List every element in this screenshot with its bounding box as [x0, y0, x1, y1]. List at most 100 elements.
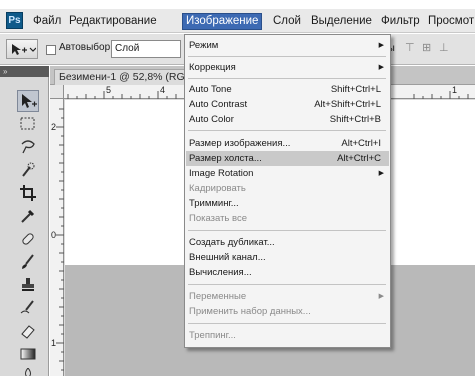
toolbox-collapse-handle[interactable]: » — [0, 66, 49, 77]
menu-item-variables[interactable]: Переменные ▶ — [186, 289, 389, 304]
align-top-icon[interactable]: ⊤ — [405, 42, 418, 55]
menu-item-label: Кадрировать — [189, 183, 246, 194]
menu-item-label: Внешний канал... — [189, 252, 266, 263]
crop-tool[interactable] — [17, 182, 39, 204]
gradient-tool[interactable] — [17, 343, 39, 365]
move-tool[interactable] — [17, 90, 39, 112]
menu-separator — [188, 56, 386, 57]
marquee-icon — [20, 117, 35, 130]
menu-layer[interactable]: Слой — [270, 13, 304, 30]
menu-item-crop[interactable]: Кадрировать — [186, 181, 389, 196]
menu-item-label: Размер изображения... — [189, 138, 291, 149]
menu-item-label: Показать все — [189, 213, 247, 224]
menu-item-label: Применить набор данных... — [189, 306, 311, 317]
menu-select[interactable]: Выделение — [308, 13, 375, 30]
submenu-arrow-icon: ▶ — [378, 293, 384, 300]
menu-item-trim[interactable]: Тримминг... — [186, 196, 389, 211]
clone-stamp-tool[interactable] — [17, 274, 39, 296]
vertical-ruler[interactable]: 2 0 1 — [50, 99, 64, 376]
menu-item-adjustments[interactable]: Коррекция ▶ — [186, 60, 389, 75]
menu-separator — [188, 130, 386, 131]
menu-item-reveal-all[interactable]: Показать все — [186, 211, 389, 226]
quick-selection-icon — [22, 162, 35, 177]
menu-item-label: Переменные — [189, 291, 247, 302]
menu-item-label: Коррекция — [189, 62, 236, 73]
ruler-number: 2 — [51, 122, 57, 132]
autoselect-checkbox[interactable] — [46, 45, 56, 55]
menu-item-auto-color[interactable]: Auto Color Shift+Ctrl+B — [186, 112, 389, 127]
menu-item-shortcut: Alt+Ctrl+C — [337, 153, 381, 164]
stamp-icon — [22, 278, 34, 291]
quick-selection-tool[interactable] — [17, 159, 39, 181]
align-vcenter-icon[interactable]: ⊞ — [422, 42, 435, 55]
menu-item-auto-contrast[interactable]: Auto Contrast Alt+Shift+Ctrl+L — [186, 97, 389, 112]
tool-preset-picker[interactable] — [6, 39, 38, 59]
submenu-arrow-icon: ▶ — [378, 170, 384, 177]
menu-item-canvas-size[interactable]: Размер холста... Alt+Ctrl+C — [186, 151, 389, 166]
brush-tool[interactable] — [17, 251, 39, 273]
submenu-arrow-icon: ▶ — [378, 42, 384, 49]
brush-icon — [22, 254, 34, 269]
document-tab[interactable]: Безимени-1 @ 52,8% (RGE — [54, 69, 199, 85]
healing-brush-tool[interactable] — [17, 228, 39, 250]
history-brush-tool[interactable] — [17, 297, 39, 319]
menu-item-shortcut: Alt+Shift+Ctrl+L — [314, 99, 381, 110]
menu-item-label: Создать дубликат... — [189, 237, 275, 248]
menu-item-image-rotation[interactable]: Image Rotation ▶ — [186, 166, 389, 181]
marquee-tool[interactable] — [17, 113, 39, 135]
menu-item-apply-data-set[interactable]: Применить набор данных... — [186, 304, 389, 319]
menu-item-calculations[interactable]: Вычисления... — [186, 265, 389, 280]
menu-item-label: Auto Contrast — [189, 99, 248, 110]
toolbox: » — [0, 66, 49, 376]
align-bottom-icon[interactable]: ⊥ — [439, 42, 452, 55]
menu-filter[interactable]: Фильтр — [378, 13, 423, 30]
autoselect-label: Автовыбор: — [59, 42, 113, 53]
menu-item-label: Вычисления... — [189, 267, 252, 278]
autoselect-target-select[interactable]: Слой — [111, 40, 181, 58]
menu-item-apply-image[interactable]: Внешний канал... — [186, 250, 389, 265]
eraser-tool[interactable] — [17, 320, 39, 342]
menu-view[interactable]: Просмот — [425, 13, 475, 30]
image-menu-dropdown: Режим ▶ Коррекция ▶ Auto Tone Shift+Ctrl… — [184, 34, 391, 348]
lasso-icon — [21, 140, 35, 154]
menu-item-shortcut: Shift+Ctrl+B — [329, 114, 381, 125]
menu-separator — [188, 323, 386, 324]
menu-item-trap[interactable]: Треппинг... — [186, 328, 389, 343]
eyedropper-tool[interactable] — [17, 205, 39, 227]
menu-separator — [188, 230, 386, 231]
ruler-number: 1 — [452, 85, 458, 95]
menu-item-mode[interactable]: Режим ▶ — [186, 38, 389, 53]
eraser-icon — [21, 325, 35, 339]
ruler-number: 4 — [160, 85, 166, 95]
menu-item-label: Auto Tone — [189, 84, 232, 95]
drop-icon — [25, 368, 31, 376]
menu-item-label: Image Rotation — [189, 168, 254, 179]
menu-item-image-size[interactable]: Размер изображения... Alt+Ctrl+I — [186, 136, 389, 151]
menu-item-shortcut: Alt+Ctrl+I — [341, 138, 381, 149]
menu-edit[interactable]: Редактирование — [66, 13, 160, 30]
menu-separator — [188, 78, 386, 79]
history-brush-icon — [20, 300, 34, 314]
menu-item-label: Auto Color — [189, 114, 234, 125]
menu-image[interactable]: Изображение — [182, 13, 263, 30]
menu-item-shortcut: Shift+Ctrl+L — [330, 84, 381, 95]
menu-item-label: Режим — [189, 40, 219, 51]
bandage-icon — [22, 233, 34, 245]
menu-item-label: Размер холста... — [189, 153, 262, 164]
menu-item-duplicate[interactable]: Создать дубликат... — [186, 235, 389, 250]
ruler-number: 1 — [51, 338, 57, 348]
ruler-origin[interactable] — [50, 85, 64, 99]
move-tool-icon — [12, 44, 36, 55]
ruler-number: 5 — [106, 85, 112, 95]
menu-bar: Ps Файл Редактирование Изображение Слой … — [0, 9, 475, 33]
ruler-number: 0 — [51, 230, 57, 240]
gradient-icon — [20, 348, 36, 360]
move-icon — [22, 94, 37, 108]
crop-icon — [20, 185, 36, 201]
lasso-tool[interactable] — [17, 136, 39, 158]
menu-item-auto-tone[interactable]: Auto Tone Shift+Ctrl+L — [186, 82, 389, 97]
menu-file[interactable]: Файл — [30, 13, 64, 30]
photoshop-logo[interactable]: Ps — [6, 12, 23, 29]
menu-item-label: Тримминг... — [189, 198, 239, 209]
blur-tool[interactable] — [17, 366, 39, 376]
